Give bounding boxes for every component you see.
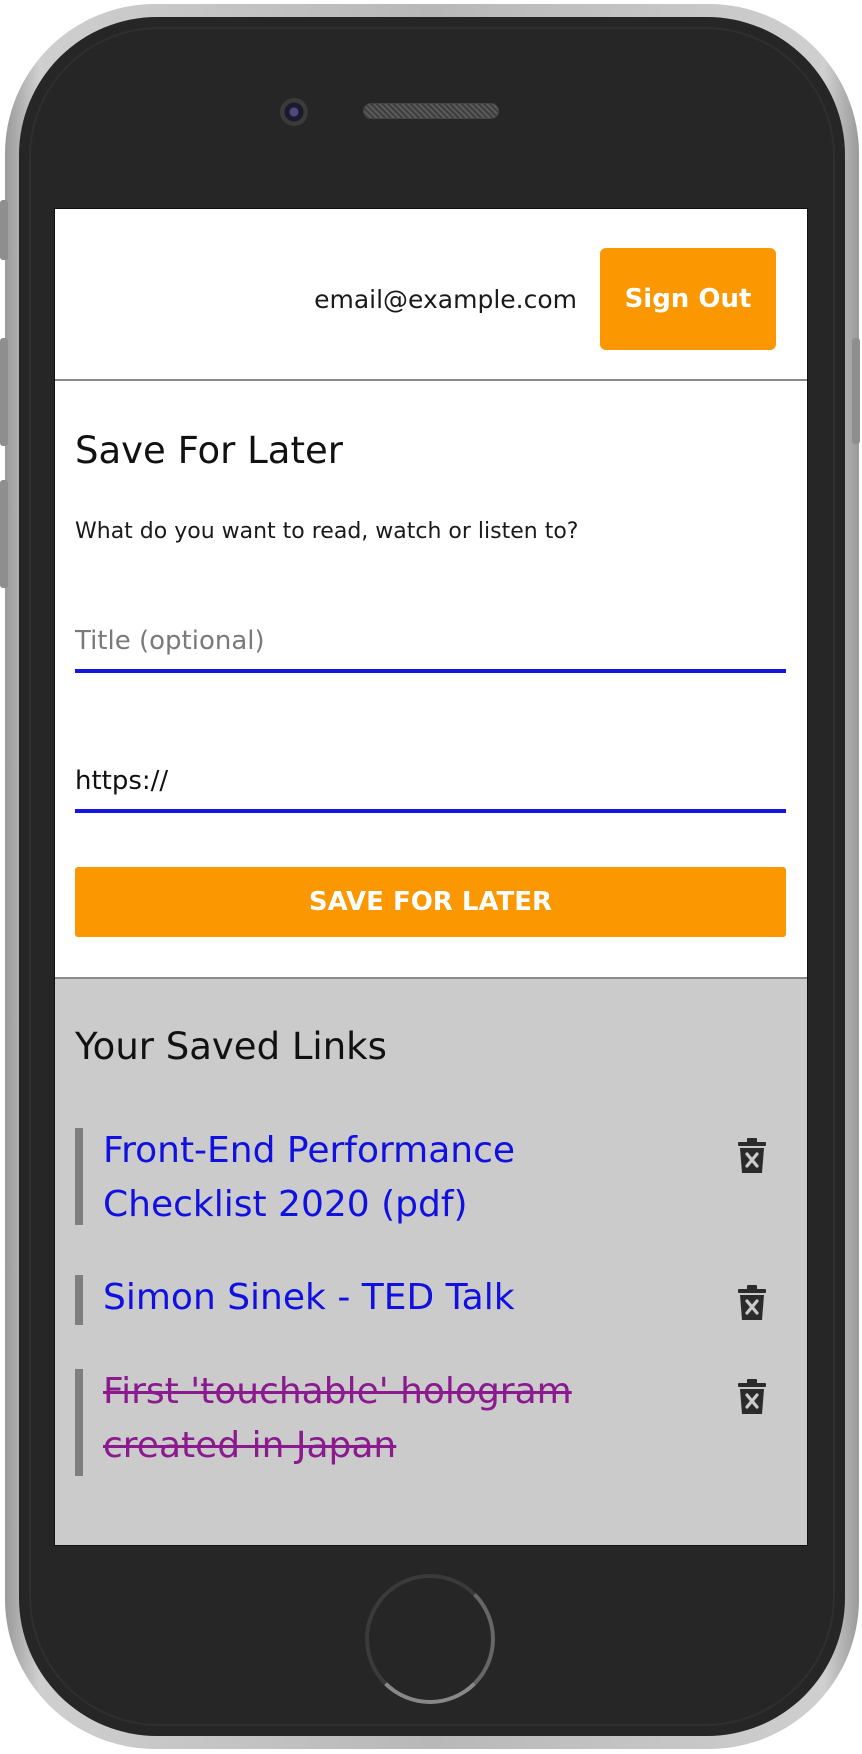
sign-out-button[interactable]: Sign Out (600, 248, 776, 350)
front-camera (280, 98, 308, 126)
home-button[interactable] (365, 1574, 495, 1704)
trash-can-icon[interactable] (737, 1285, 767, 1321)
url-input[interactable] (75, 753, 786, 813)
form-description: What do you want to read, watch or liste… (75, 519, 579, 544)
saved-links-section: Your Saved Links Front-End Performance C… (55, 977, 807, 1545)
saved-link[interactable]: Simon Sinek - TED Talk (103, 1271, 683, 1325)
trash-can-icon[interactable] (737, 1138, 767, 1174)
side-button-volume-up (0, 338, 8, 446)
side-button-mute (0, 200, 8, 260)
saved-link[interactable]: First 'touchable' hologram created in Ja… (103, 1365, 683, 1473)
app-screen: email@example.com Sign Out Save For Late… (55, 209, 807, 1545)
earpiece-speaker (363, 103, 499, 119)
side-button-volume-down (0, 480, 8, 588)
saved-links-title: Your Saved Links (75, 1025, 387, 1068)
save-for-later-button[interactable]: SAVE FOR LATER (75, 867, 786, 937)
form-title: Save For Later (75, 429, 343, 472)
user-email: email@example.com (314, 285, 577, 314)
trash-can-icon[interactable] (737, 1379, 767, 1415)
saved-link-item: Front-End Performance Checklist 2020 (pd… (75, 1128, 787, 1225)
saved-link-item: First 'touchable' hologram created in Ja… (75, 1369, 787, 1476)
saved-link-item: Simon Sinek - TED Talk (75, 1275, 787, 1325)
saved-link[interactable]: Front-End Performance Checklist 2020 (pd… (103, 1124, 683, 1232)
top-header: email@example.com Sign Out (55, 209, 807, 381)
side-button-power (852, 338, 860, 444)
title-input[interactable] (75, 613, 786, 673)
